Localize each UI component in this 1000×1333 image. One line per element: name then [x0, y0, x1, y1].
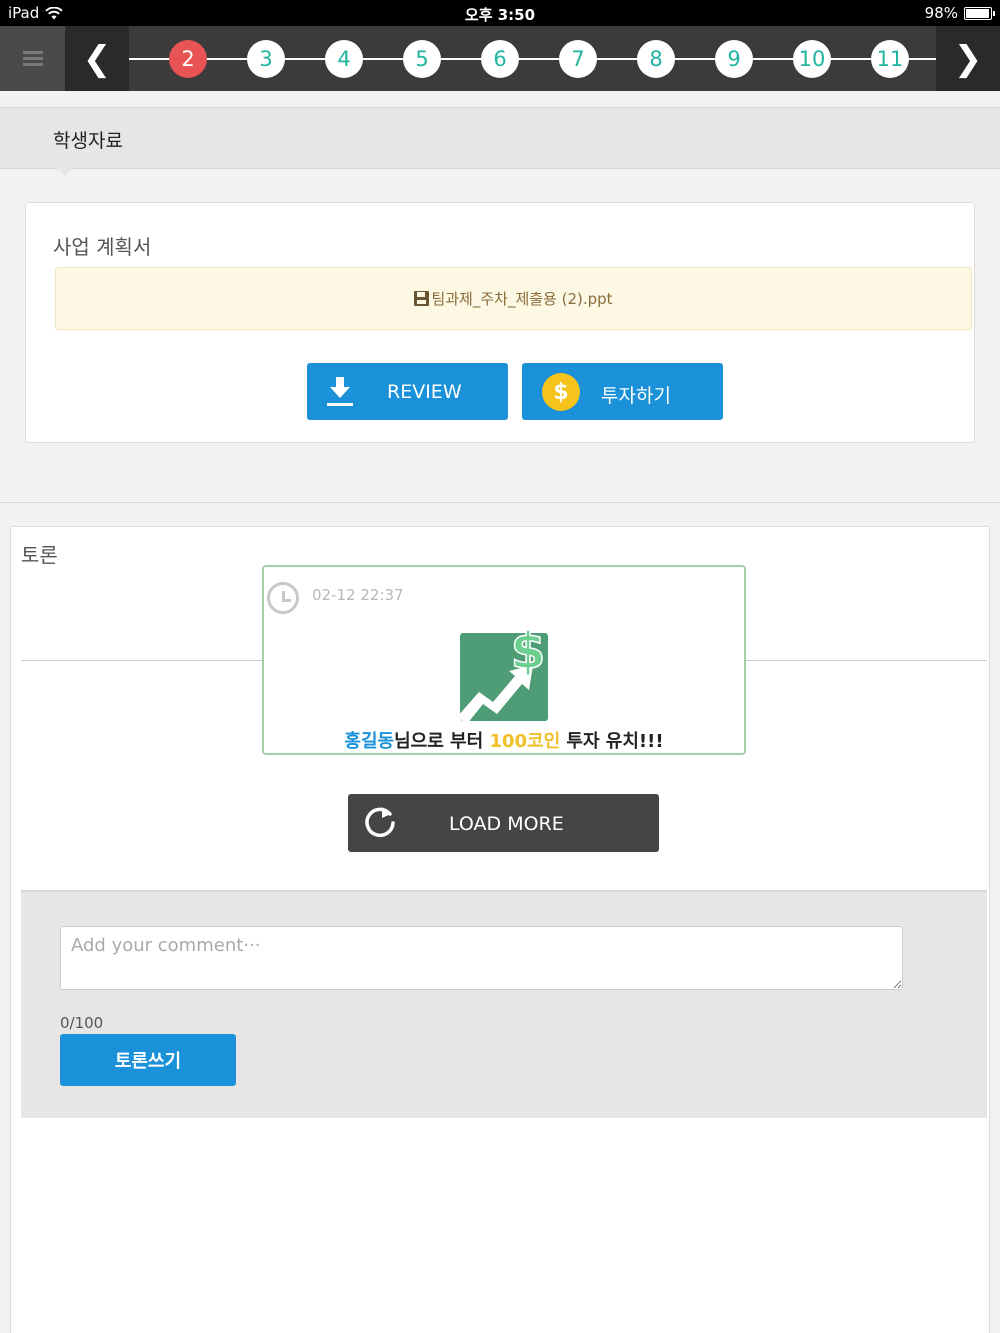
review-button[interactable]: REVIEW: [307, 363, 508, 420]
download-icon: [327, 377, 353, 406]
header-caret: [57, 168, 73, 176]
coin-icon: $: [542, 373, 580, 411]
load-more-label: LOAD MORE: [449, 813, 564, 835]
discussion-panel: 토론 02-12 22:37 $ 홍길동님으로 부터 100코인 투자 유치!!…: [10, 526, 990, 1333]
discussion-post: 02-12 22:37 $ 홍길동님으로 부터 100코인 투자 유치!!!: [262, 565, 746, 755]
step-indicator: 2 3 4 5 6 7 8 9 10 11: [129, 26, 936, 91]
post-message: 홍길동님으로 부터 100코인 투자 유치!!!: [264, 727, 744, 753]
save-icon: [414, 291, 430, 306]
battery-icon: [964, 6, 995, 20]
investment-growth-icon: $: [457, 621, 548, 724]
menu-button[interactable]: [0, 26, 65, 91]
step-5[interactable]: 5: [403, 40, 441, 78]
chevron-left-icon: ❮: [82, 38, 112, 79]
step-8[interactable]: 8: [637, 40, 675, 78]
step-11[interactable]: 11: [871, 40, 909, 78]
character-counter: 0/100: [60, 1014, 104, 1032]
battery-percent: 98%: [924, 4, 958, 22]
section-title: 학생자료: [53, 130, 123, 152]
step-9[interactable]: 9: [715, 40, 753, 78]
file-attachment[interactable]: 팀과제_주차_제출용 (2).ppt: [55, 267, 972, 330]
message-text-2: 투자 유치!!!: [560, 731, 664, 752]
step-6[interactable]: 6: [481, 40, 519, 78]
section-divider: [0, 502, 1000, 503]
hamburger-icon: [22, 48, 43, 69]
svg-text:$: $: [511, 622, 546, 680]
top-navigation: ❮ 2 3 4 5 6 7 8 9 10 11 ❯: [0, 26, 1000, 91]
step-10[interactable]: 10: [793, 40, 831, 78]
message-text-1: 님으로 부터: [394, 731, 490, 752]
clock: 오후 3:50: [464, 6, 536, 24]
step-3[interactable]: 3: [247, 40, 285, 78]
discussion-title: 토론: [21, 543, 58, 567]
section-header: 학생자료: [0, 107, 1000, 176]
status-bar: iPad 오후 3:50 98%: [0, 0, 1000, 26]
previous-button[interactable]: ❮: [65, 26, 129, 91]
business-plan-panel: 사업 계획서 팀과제_주차_제출용 (2).ppt REVIEW $ 투자하기: [25, 202, 975, 443]
invest-button[interactable]: $ 투자하기: [522, 363, 723, 420]
invest-label: 투자하기: [601, 385, 671, 407]
submit-discussion-button[interactable]: 토론쓰기: [60, 1034, 236, 1086]
step-7[interactable]: 7: [559, 40, 597, 78]
comment-area: 0/100 토론쓰기: [21, 890, 987, 1118]
refresh-icon: [365, 807, 395, 838]
coin-amount: 100코인: [489, 731, 561, 752]
file-name: 팀과제_주차_제출용 (2).ppt: [431, 290, 613, 308]
plan-title: 사업 계획서: [53, 235, 152, 259]
step-4[interactable]: 4: [325, 40, 363, 78]
step-2[interactable]: 2: [169, 40, 207, 78]
clock-icon: [267, 582, 299, 614]
load-more-button[interactable]: LOAD MORE: [348, 794, 659, 852]
comment-input[interactable]: [60, 926, 903, 990]
post-time: 02-12 22:37: [312, 586, 404, 604]
review-label: REVIEW: [387, 381, 462, 403]
chevron-right-icon: ❯: [953, 38, 983, 79]
next-button[interactable]: ❯: [936, 26, 1000, 91]
investor-name: 홍길동: [344, 731, 395, 752]
